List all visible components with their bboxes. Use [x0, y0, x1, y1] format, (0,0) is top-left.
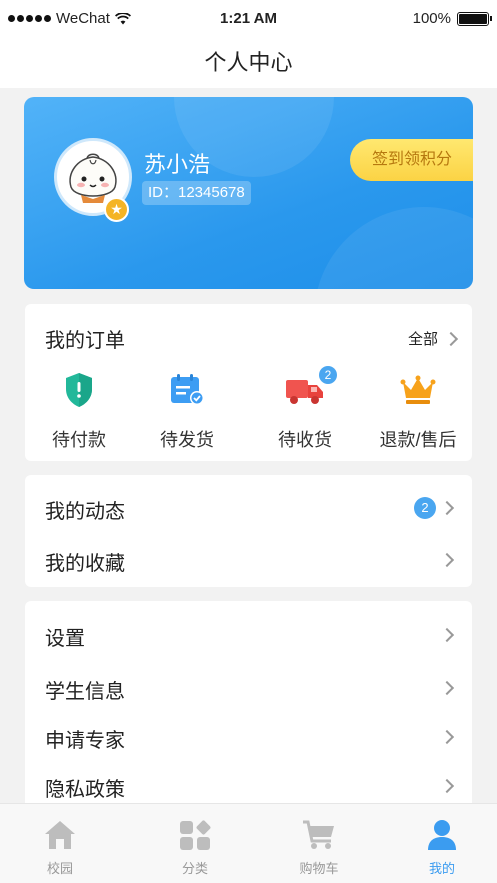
- shield-icon: [66, 373, 92, 407]
- order-status-pending-payment[interactable]: 待付款: [29, 370, 129, 452]
- tab-label: 我的: [428, 861, 455, 876]
- menu-item-student-info[interactable]: 学生信息: [25, 662, 472, 714]
- chevron-right-icon: [439, 729, 455, 745]
- crown-icon: [400, 375, 436, 404]
- menu-item-label: 我的收藏: [45, 553, 125, 575]
- menu-item-my-favorites[interactable]: 我的收藏: [25, 534, 472, 586]
- order-status-pending-receipt[interactable]: 2 待收货: [255, 366, 355, 452]
- order-status-label: 待付款: [52, 430, 106, 450]
- battery-area: 100%: [412, 10, 492, 27]
- category-icon: [180, 820, 211, 850]
- order-status-label: 待发货: [160, 430, 214, 450]
- order-status-label: 退款/售后: [379, 430, 457, 450]
- home-icon: [45, 821, 75, 849]
- tab-category[interactable]: 分类: [135, 816, 255, 877]
- tab-bar: 校园 分类 购物车 我的: [0, 803, 497, 883]
- battery-icon: [457, 11, 492, 26]
- chevron-right-icon: [439, 500, 455, 516]
- menu-item-label: 设置: [45, 628, 85, 650]
- calendar-check-icon: [171, 374, 204, 405]
- tab-campus[interactable]: 校园: [0, 816, 120, 877]
- order-status-refund[interactable]: 退款/售后: [368, 370, 468, 452]
- menu-item-label: 隐私政策: [45, 779, 125, 801]
- orders-title: 我的订单: [45, 330, 125, 352]
- user-name: 苏小浩: [144, 152, 211, 177]
- menu-item-label: 学生信息: [45, 681, 125, 703]
- menu-item-settings[interactable]: 设置: [25, 609, 472, 661]
- cart-icon: [303, 820, 334, 849]
- chevron-right-icon: [439, 627, 455, 643]
- activity-card: 我的动态 2 我的收藏: [25, 475, 472, 587]
- receipt-count-badge: 2: [319, 366, 337, 384]
- menu-item-label: 我的动态: [45, 501, 125, 523]
- settings-card: 设置 学生信息 申请专家 隐私政策: [25, 601, 472, 811]
- tab-label: 校园: [46, 861, 73, 876]
- chevron-right-icon: [439, 552, 455, 568]
- user-id: ID：12345678: [142, 181, 251, 205]
- battery-percent: 100%: [412, 10, 451, 27]
- card-decoration: [314, 207, 473, 289]
- profile-card: ★ 苏小浩 ID：12345678 签到领积分: [24, 97, 473, 289]
- chevron-right-icon: [439, 778, 455, 794]
- menu-item-label: 申请专家: [45, 730, 125, 752]
- order-status-pending-shipment[interactable]: 待发货: [137, 370, 237, 452]
- tab-cart[interactable]: 购物车: [259, 816, 379, 877]
- vip-star-badge-icon: ★: [104, 197, 129, 222]
- activity-count-badge: 2: [414, 497, 436, 519]
- chevron-right-icon: [439, 680, 455, 696]
- chevron-right-icon: [443, 331, 459, 346]
- orders-all-link[interactable]: 全部: [407, 328, 459, 349]
- tab-mine[interactable]: 我的: [382, 816, 497, 877]
- orders-card: 我的订单 全部 待付款 待发货 2 待收货 退款/售后: [25, 304, 472, 461]
- user-icon: [428, 820, 456, 850]
- checkin-button[interactable]: 签到领积分: [350, 139, 473, 181]
- menu-item-apply-expert[interactable]: 申请专家: [25, 711, 472, 763]
- menu-item-my-activity[interactable]: 我的动态 2: [25, 482, 472, 534]
- page-title: 个人中心: [0, 40, 497, 88]
- status-bar: WeChat 1:21 AM 100%: [0, 0, 497, 40]
- tab-label: 购物车: [299, 861, 339, 876]
- orders-all-label: 全部: [407, 331, 438, 348]
- order-status-label: 待收货: [278, 430, 332, 450]
- tab-label: 分类: [181, 861, 208, 876]
